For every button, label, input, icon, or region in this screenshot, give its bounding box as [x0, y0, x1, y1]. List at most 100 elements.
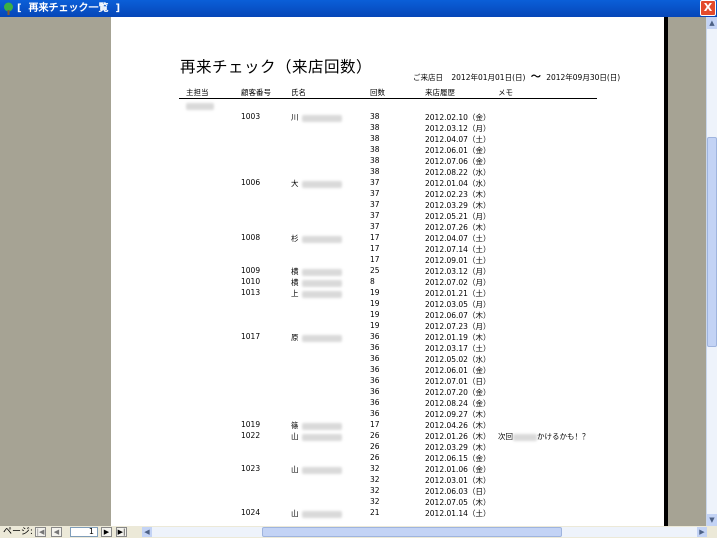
- visit-count: 32: [370, 486, 380, 495]
- next-page-icon[interactable]: ▶: [101, 527, 112, 537]
- customer-name-initial: 上: [291, 289, 299, 298]
- visit-date: 2012.01.06（金）: [425, 465, 491, 474]
- customer-name: 上: [291, 288, 342, 299]
- visit-count: 19: [370, 321, 380, 330]
- visit-count: 19: [370, 310, 380, 319]
- visit-count: 17: [370, 255, 380, 264]
- customer-name-redacted: [301, 114, 342, 122]
- visit-count: 38: [370, 123, 380, 132]
- visit-date: 2012.01.26（木）: [425, 432, 491, 441]
- visit-date: 2012.09.27（木）: [425, 410, 491, 419]
- customer-no: 1022: [241, 431, 261, 440]
- scroll-right-icon[interactable]: ▶: [697, 527, 707, 537]
- vertical-scrollbar[interactable]: ▲ ▼: [706, 17, 717, 526]
- visit-date: 2012.06.01（金）: [425, 146, 491, 155]
- customer-name-redacted: [301, 180, 342, 188]
- scroll-up-icon[interactable]: ▲: [707, 17, 717, 29]
- visit-date: 2012.08.22（水）: [425, 168, 491, 177]
- visit-count: 37: [370, 178, 380, 187]
- visit-date: 2012.02.10（金）: [425, 113, 491, 122]
- close-button[interactable]: X: [700, 0, 716, 16]
- window-titlebar: [ 再来チェック一覧 ] X: [0, 0, 717, 17]
- visit-date: 2012.07.23（月）: [425, 322, 491, 331]
- customer-name-redacted: [301, 466, 342, 474]
- horizontal-scroll-thumb[interactable]: [262, 527, 562, 537]
- visit-count: 36: [370, 398, 380, 407]
- customer-name-redacted: [301, 510, 342, 518]
- visit-date: 2012.03.17（土）: [425, 344, 491, 353]
- visit-count: 36: [370, 343, 380, 352]
- visit-date: 2012.05.21（月）: [425, 212, 491, 221]
- last-page-icon[interactable]: ▶|: [116, 527, 127, 537]
- visit-count: 25: [370, 266, 380, 275]
- header-name: 氏名: [291, 88, 306, 97]
- staff-name-redacted: [186, 102, 214, 110]
- visit-count: 37: [370, 189, 380, 198]
- visit-count: 26: [370, 453, 380, 462]
- visit-date: 2012.03.29（木）: [425, 443, 491, 452]
- visit-count: 26: [370, 431, 380, 440]
- customer-no: 1008: [241, 233, 261, 242]
- customer-no: 1009: [241, 266, 261, 275]
- visit-date: 2012.06.03（日）: [425, 487, 491, 496]
- visit-count: 38: [370, 145, 380, 154]
- customer-no: 1023: [241, 464, 261, 473]
- customer-name: 山: [291, 464, 342, 475]
- visit-date: 2012.06.07（木）: [425, 311, 491, 320]
- page-number-input[interactable]: 1: [70, 527, 98, 537]
- visit-count: 38: [370, 156, 380, 165]
- customer-name: 原: [291, 332, 342, 343]
- window-title: [ 再来チェック一覧 ]: [17, 3, 121, 14]
- customer-no: 1024: [241, 508, 261, 517]
- period-range: ご来店日 2012年01月01日(日) 〜 2012年09月30日(日): [413, 68, 620, 83]
- customer-name: 杉: [291, 233, 342, 244]
- visit-count: 17: [370, 420, 380, 429]
- customer-name: 篠: [291, 420, 342, 431]
- visit-count: 19: [370, 299, 380, 308]
- staff-name: [186, 101, 214, 110]
- customer-name: 横: [291, 277, 342, 288]
- first-page-icon[interactable]: |◀: [35, 527, 46, 537]
- customer-name-initial: 杉: [291, 234, 299, 243]
- customer-name: 大: [291, 178, 342, 189]
- header-memo: メモ: [498, 88, 513, 97]
- customer-name-redacted: [301, 279, 342, 287]
- visit-count: 36: [370, 354, 380, 363]
- visit-date: 2012.07.06（金）: [425, 157, 491, 166]
- page-edge: [664, 17, 668, 526]
- visit-date: 2012.03.12（月）: [425, 267, 491, 276]
- visit-date: 2012.07.01（日）: [425, 377, 491, 386]
- customer-no: 1010: [241, 277, 261, 286]
- visit-date: 2012.07.20（金）: [425, 388, 491, 397]
- vertical-scroll-thumb[interactable]: [707, 137, 717, 347]
- visit-count: 26: [370, 442, 380, 451]
- prev-page-icon[interactable]: ◀: [51, 527, 62, 537]
- visit-date: 2012.04.07（土）: [425, 234, 491, 243]
- header-divider: [179, 98, 597, 99]
- customer-no: 1013: [241, 288, 261, 297]
- visit-count: 8: [370, 277, 375, 286]
- visit-date: 2012.09.01（土）: [425, 256, 491, 265]
- visit-count: 36: [370, 365, 380, 374]
- visit-date: 2012.06.15（金）: [425, 454, 491, 463]
- visit-date: 2012.04.07（土）: [425, 135, 491, 144]
- visit-date: 2012.03.01（木）: [425, 476, 491, 485]
- memo-text: 次回 かけるかも！？: [498, 431, 590, 442]
- customer-name-redacted: [301, 334, 342, 342]
- customer-no: 1003: [241, 112, 261, 121]
- page-label: ページ:: [3, 527, 33, 537]
- visit-count: 19: [370, 288, 380, 297]
- memo-lead: 次回: [498, 432, 513, 441]
- scroll-left-icon[interactable]: ◀: [142, 527, 152, 537]
- visit-count: 37: [370, 211, 380, 220]
- visit-count: 38: [370, 167, 380, 176]
- customer-name-initial: 山: [291, 465, 299, 474]
- header-history: 来店履歴: [425, 88, 455, 97]
- horizontal-scrollbar[interactable]: ◀ ▶: [142, 527, 707, 537]
- visit-date: 2012.07.26（木）: [425, 223, 491, 232]
- scroll-down-icon[interactable]: ▼: [707, 514, 717, 526]
- customer-no: 1006: [241, 178, 261, 187]
- customer-name: 山: [291, 508, 342, 519]
- customer-name-initial: 山: [291, 432, 299, 441]
- memo-tail: かけるかも！？: [537, 432, 590, 441]
